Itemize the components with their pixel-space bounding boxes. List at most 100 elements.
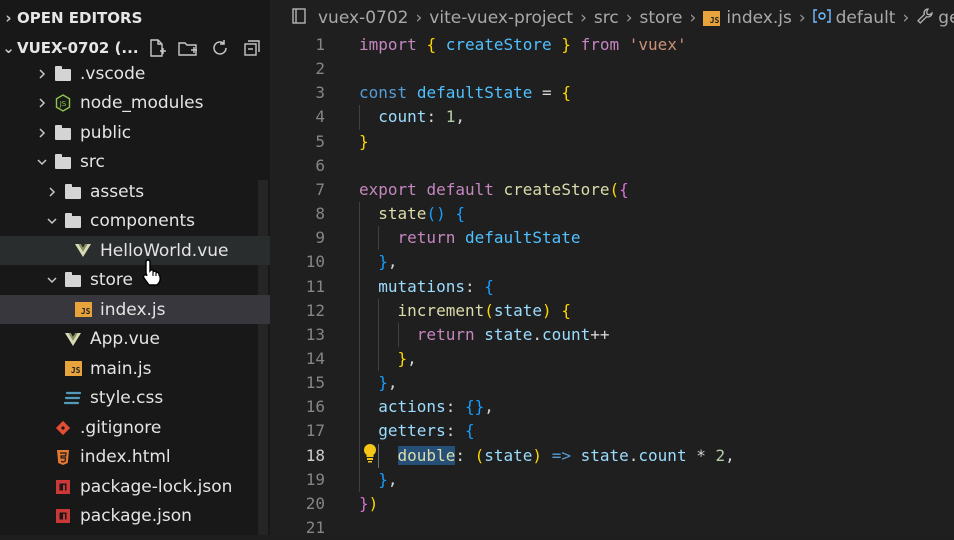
code-token: }	[378, 469, 388, 489]
line-number: 4	[315, 107, 325, 127]
code-line[interactable]: 12 increment(state) {	[270, 299, 954, 323]
code-line[interactable]: 2	[270, 57, 954, 81]
code-text: },	[359, 347, 417, 371]
chevron-right-icon[interactable]	[34, 118, 50, 147]
chevron-down-icon[interactable]	[34, 148, 50, 177]
code-line[interactable]: 5}	[270, 130, 954, 154]
tree-item[interactable]: package.json	[0, 502, 270, 531]
chevron-down-icon[interactable]	[44, 207, 60, 236]
tree-item[interactable]: index.html	[0, 443, 270, 472]
line-number: 3	[315, 83, 325, 103]
chevron-right-icon[interactable]	[34, 89, 50, 118]
tree-item-label: public	[80, 122, 132, 143]
tree-item-label: .gitignore	[80, 417, 162, 438]
code-line[interactable]: 1 import { createStore } from 'vuex'	[270, 33, 954, 57]
tree-item[interactable]: JS main.js	[0, 354, 270, 383]
chevron-right-icon[interactable]	[34, 59, 50, 88]
folder-icon	[64, 271, 82, 289]
tree-item[interactable]: package-lock.json	[0, 472, 270, 501]
tree-item[interactable]: components	[0, 207, 270, 236]
code-token: .	[628, 445, 639, 465]
code-editor[interactable]: vuex-0702 › vite-vuex-project › src › st…	[270, 0, 954, 537]
tree-item[interactable]: store	[0, 266, 270, 295]
chevron-down-icon[interactable]	[44, 266, 60, 295]
line-number: 15	[305, 373, 325, 393]
tree-item[interactable]: src	[0, 148, 270, 177]
code-token: (	[609, 179, 620, 199]
breadcrumb-item[interactable]: default	[836, 8, 896, 28]
code-line[interactable]: 16 actions: {},	[270, 395, 954, 419]
breadcrumb-item[interactable]: vite-vuex-project	[429, 8, 573, 28]
code-line[interactable]: 7 export default createStore({	[270, 178, 954, 202]
indent-guide	[378, 443, 380, 468]
tree-item-label: package-lock.json	[80, 476, 233, 497]
line-number: 6	[315, 155, 325, 175]
chevron-right-icon[interactable]	[44, 177, 60, 206]
code-text: },	[359, 371, 398, 395]
code-token: {	[426, 35, 437, 54]
code-line[interactable]: 4 count: 1,	[270, 105, 954, 129]
code-line[interactable]: 11 mutations: {	[270, 275, 954, 299]
open-editors-header[interactable]: › OPEN EDITORS	[0, 3, 142, 33]
tree-item[interactable]: App.vue	[0, 325, 270, 354]
explorer-sidebar: › OPEN EDITORS ⌄ VUEX-0702 (... .vscode J…	[0, 0, 270, 535]
code-token: state	[378, 204, 427, 224]
git-icon	[54, 419, 72, 437]
tree-item-label: store	[90, 270, 133, 290]
code-line[interactable]: 8 state() {	[270, 202, 954, 226]
code-line[interactable]: 6	[270, 154, 954, 178]
code-line[interactable]: 17 getters: {	[270, 419, 954, 443]
refresh-icon[interactable]	[208, 36, 231, 59]
hand-pointer-icon	[140, 258, 166, 290]
code-line[interactable]: 9 return defaultState	[270, 226, 954, 250]
code-line[interactable]: 3 const defaultState = {	[270, 81, 954, 105]
folder-icon	[54, 153, 72, 171]
code-token: ,	[387, 373, 398, 393]
code-line[interactable]: 14 },	[270, 347, 954, 371]
breadcrumb-item[interactable]: index.js	[726, 8, 792, 28]
breadcrumb-item[interactable]: ge	[938, 8, 954, 28]
code-line[interactable]: 20})	[270, 492, 954, 516]
tree-item[interactable]: assets	[0, 177, 270, 206]
tree-item[interactable]: style.css	[0, 384, 270, 413]
code-line[interactable]: 19 },	[270, 468, 954, 492]
split-editor-icon[interactable]	[292, 7, 306, 29]
new-folder-icon[interactable]	[176, 36, 199, 59]
breadcrumb-item[interactable]: src	[594, 8, 619, 28]
tree-item[interactable]: .gitignore	[0, 413, 270, 442]
tree-item[interactable]: HelloWorld.vue	[0, 236, 270, 265]
tree-item[interactable]: JS index.js	[0, 295, 270, 324]
code-token: )	[368, 493, 379, 513]
tree-item-label: src	[80, 152, 105, 172]
code-token: export	[359, 179, 417, 199]
code-text: actions: {},	[359, 395, 494, 419]
code-line[interactable]: 10 },	[270, 250, 954, 274]
breadcrumb-item[interactable]: vuex-0702	[318, 8, 408, 28]
lightbulb-icon[interactable]	[362, 443, 378, 467]
new-file-icon[interactable]	[144, 36, 167, 59]
tree-item[interactable]: public	[0, 118, 270, 147]
tree-item[interactable]: JS node_modules	[0, 89, 270, 118]
tree-item[interactable]: .vscode	[0, 59, 270, 88]
chevron-right-icon: ›	[5, 9, 12, 27]
breadcrumb-item[interactable]: store	[640, 8, 683, 28]
line-number: 19	[305, 469, 325, 489]
code-token: increment	[397, 300, 485, 320]
line-number: 7	[315, 179, 325, 199]
code-text: export default createStore({	[359, 178, 629, 202]
code-text: count: 1,	[359, 105, 465, 129]
code-line[interactable]: 21	[270, 516, 954, 540]
collapse-all-icon[interactable]	[240, 36, 263, 59]
code-line[interactable]: 15 },	[270, 371, 954, 395]
code-line[interactable]: 13 return state.count++	[270, 323, 954, 347]
code-token: }	[378, 252, 388, 272]
